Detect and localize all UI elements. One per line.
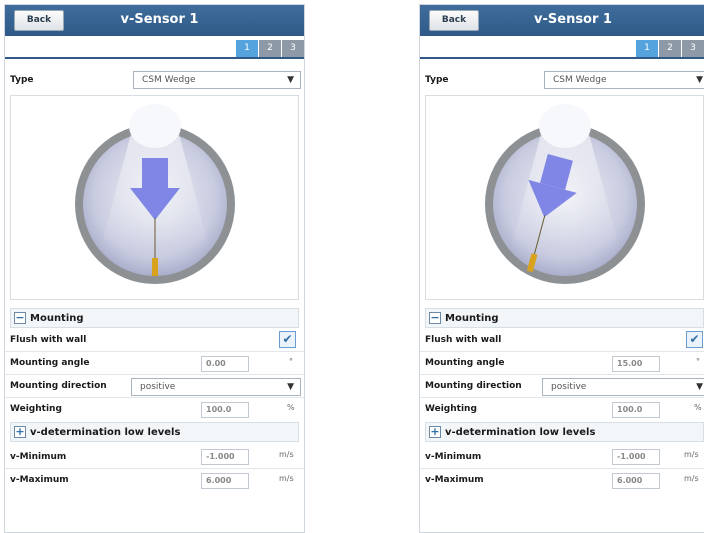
- flush-checkbox[interactable]: ✔: [279, 331, 296, 348]
- tab-1[interactable]: 1: [636, 40, 658, 57]
- angle-row: Mounting angle 0.00 °: [5, 351, 304, 374]
- dropdown-arrow-icon: ▼: [696, 382, 703, 392]
- vmax-label: v-Maximum: [10, 475, 69, 485]
- weighting-input[interactable]: 100.0: [201, 402, 249, 418]
- sensor-head: [128, 103, 181, 148]
- vmax-row: v-Maximum 6.000 m/s: [420, 468, 704, 491]
- type-label: Type: [10, 75, 34, 85]
- title-bar: Back v-Sensor 1: [420, 5, 704, 36]
- angle-row: Mounting angle 15.00 °: [420, 351, 704, 374]
- direction-row: Mounting direction positive ▼: [420, 374, 704, 397]
- tab-3[interactable]: 3: [682, 40, 704, 57]
- vmax-label: v-Maximum: [425, 475, 484, 485]
- tab-1[interactable]: 1: [236, 40, 258, 57]
- direction-label: Mounting direction: [10, 381, 107, 391]
- direction-select[interactable]: positive ▼: [131, 378, 301, 396]
- sensor-mounting-diagram: [10, 95, 299, 300]
- vdetermination-section-header[interactable]: + v-determination low levels: [10, 422, 299, 442]
- vmax-row: v-Maximum 6.000 m/s: [5, 468, 304, 491]
- angle-unit: °: [696, 357, 700, 366]
- vmin-unit: m/s: [279, 450, 294, 459]
- angle-label: Mounting angle: [425, 358, 505, 368]
- flush-label: Flush with wall: [425, 334, 502, 345]
- direction-select-value: positive: [551, 382, 587, 392]
- type-select-value: CSM Wedge: [553, 75, 607, 85]
- angle-input[interactable]: 0.00: [201, 356, 249, 372]
- dropdown-arrow-icon: ▼: [287, 75, 294, 85]
- vmin-label: v-Minimum: [425, 451, 482, 462]
- back-button[interactable]: Back: [14, 10, 64, 31]
- expand-plus-icon[interactable]: +: [14, 426, 26, 438]
- expand-plus-icon[interactable]: +: [429, 426, 441, 438]
- vmax-unit: m/s: [279, 474, 294, 483]
- direction-select[interactable]: positive ▼: [542, 378, 704, 396]
- weighting-label: Weighting: [10, 404, 62, 414]
- mounting-section-header[interactable]: − Mounting: [10, 308, 299, 328]
- mounting-section-label: Mounting: [30, 312, 84, 324]
- dropdown-arrow-icon: ▼: [696, 75, 703, 85]
- angle-input[interactable]: 15.00: [612, 356, 660, 372]
- type-select[interactable]: CSM Wedge ▼: [544, 71, 704, 89]
- weighting-unit: %: [287, 403, 295, 412]
- vmin-input[interactable]: -1.000: [612, 449, 660, 465]
- vmin-row: v-Minimum -1.000 m/s: [420, 445, 704, 468]
- vmin-label: v-Minimum: [10, 451, 67, 462]
- flush-row: Flush with wall ✔: [420, 328, 704, 351]
- vdetermination-section-header[interactable]: + v-determination low levels: [425, 422, 704, 442]
- tab-2[interactable]: 2: [659, 40, 681, 57]
- tab-bar: 1 2 3: [420, 36, 704, 59]
- vmin-input[interactable]: -1.000: [201, 449, 249, 465]
- type-select-value: CSM Wedge: [142, 75, 196, 85]
- vdetermination-section-label: v-determination low levels: [30, 426, 181, 438]
- mounting-section-header[interactable]: − Mounting: [425, 308, 704, 328]
- type-row: Type CSM Wedge ▼: [5, 68, 304, 92]
- vmin-row: v-Minimum -1.000 m/s: [5, 445, 304, 468]
- pipe-cross-section-image: [74, 103, 235, 284]
- angle-label: Mounting angle: [10, 358, 90, 368]
- pipe-cross-section-image: [484, 103, 645, 284]
- collapse-minus-icon[interactable]: −: [429, 312, 441, 324]
- page-title: v-Sensor 1: [534, 12, 612, 27]
- sensor-mounting-diagram: [425, 95, 704, 300]
- tab-3[interactable]: 3: [282, 40, 304, 57]
- page-title: v-Sensor 1: [120, 12, 199, 27]
- weighting-input[interactable]: 100.0: [612, 402, 660, 418]
- vmax-input[interactable]: 6.000: [612, 473, 660, 489]
- collapse-minus-icon[interactable]: −: [14, 312, 26, 324]
- vmax-input[interactable]: 6.000: [201, 473, 249, 489]
- flush-label: Flush with wall: [10, 334, 87, 345]
- tab-bar: 1 2 3: [5, 36, 304, 59]
- sensor-head: [538, 103, 591, 148]
- sensor-config-panel-right: Back v-Sensor 1 1 2 3 Type CSM Wedge ▼ −…: [419, 4, 704, 533]
- vmax-unit: m/s: [684, 474, 699, 483]
- angle-unit: °: [289, 357, 293, 366]
- weighting-row: Weighting 100.0 %: [5, 397, 304, 420]
- back-button[interactable]: Back: [429, 10, 479, 31]
- flush-row: Flush with wall ✔: [5, 328, 304, 351]
- type-select[interactable]: CSM Wedge ▼: [133, 71, 301, 89]
- vmin-unit: m/s: [684, 450, 699, 459]
- dropdown-arrow-icon: ▼: [287, 382, 294, 392]
- flush-checkbox[interactable]: ✔: [686, 331, 703, 348]
- vdetermination-section-label: v-determination low levels: [445, 426, 596, 438]
- direction-row: Mounting direction positive ▼: [5, 374, 304, 397]
- tab-2[interactable]: 2: [259, 40, 281, 57]
- type-row: Type CSM Wedge ▼: [420, 68, 704, 92]
- type-label: Type: [425, 75, 449, 85]
- mounting-section-label: Mounting: [445, 312, 499, 324]
- direction-select-value: positive: [140, 382, 176, 392]
- weighting-label: Weighting: [425, 404, 477, 414]
- direction-label: Mounting direction: [425, 381, 522, 391]
- weighting-row: Weighting 100.0 %: [420, 397, 704, 420]
- title-bar: Back v-Sensor 1: [5, 5, 304, 36]
- weighting-unit: %: [694, 403, 702, 412]
- sensor-config-panel-left: Back v-Sensor 1 1 2 3 Type CSM Wedge ▼ −…: [4, 4, 305, 533]
